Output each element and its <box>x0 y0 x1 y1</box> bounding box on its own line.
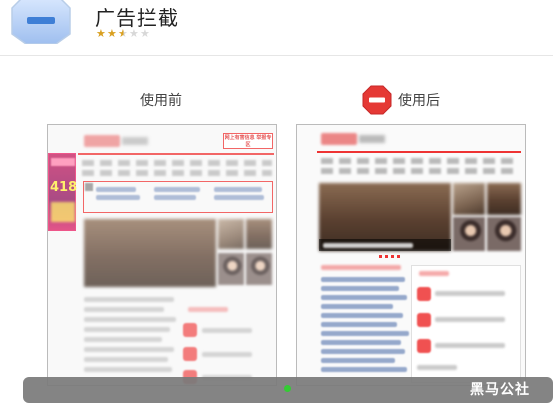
after-label: 使用后 <box>398 93 440 109</box>
status-dot <box>284 385 291 392</box>
nav-top-line <box>317 151 521 153</box>
thumb-photo <box>487 183 521 215</box>
star-empty-icon: ★ <box>140 27 150 40</box>
after-screenshot <box>296 124 526 386</box>
site-logo <box>321 133 357 145</box>
star-icon: ★ <box>96 27 106 40</box>
watermark: 黑马公社 <box>470 382 530 398</box>
thumb-photo <box>487 217 521 251</box>
nav-row <box>321 168 517 174</box>
thumb-photo <box>453 217 485 251</box>
star-icon: ★ <box>107 27 117 40</box>
carousel-dots <box>379 255 403 258</box>
stop-sign-icon <box>362 85 392 115</box>
star-half-icon: ★ <box>118 28 129 40</box>
header-divider <box>0 55 553 56</box>
app-icon <box>11 0 71 44</box>
thumb-photo <box>453 183 485 215</box>
star-empty-icon: ★ <box>129 27 139 40</box>
before-label: 使用前 <box>140 93 182 109</box>
nav-row <box>321 158 517 164</box>
before-screenshot: 网上有害信息 举报专区 418 <box>47 124 277 386</box>
star-rating: ★ ★ ★ ★ ★ <box>96 28 151 40</box>
